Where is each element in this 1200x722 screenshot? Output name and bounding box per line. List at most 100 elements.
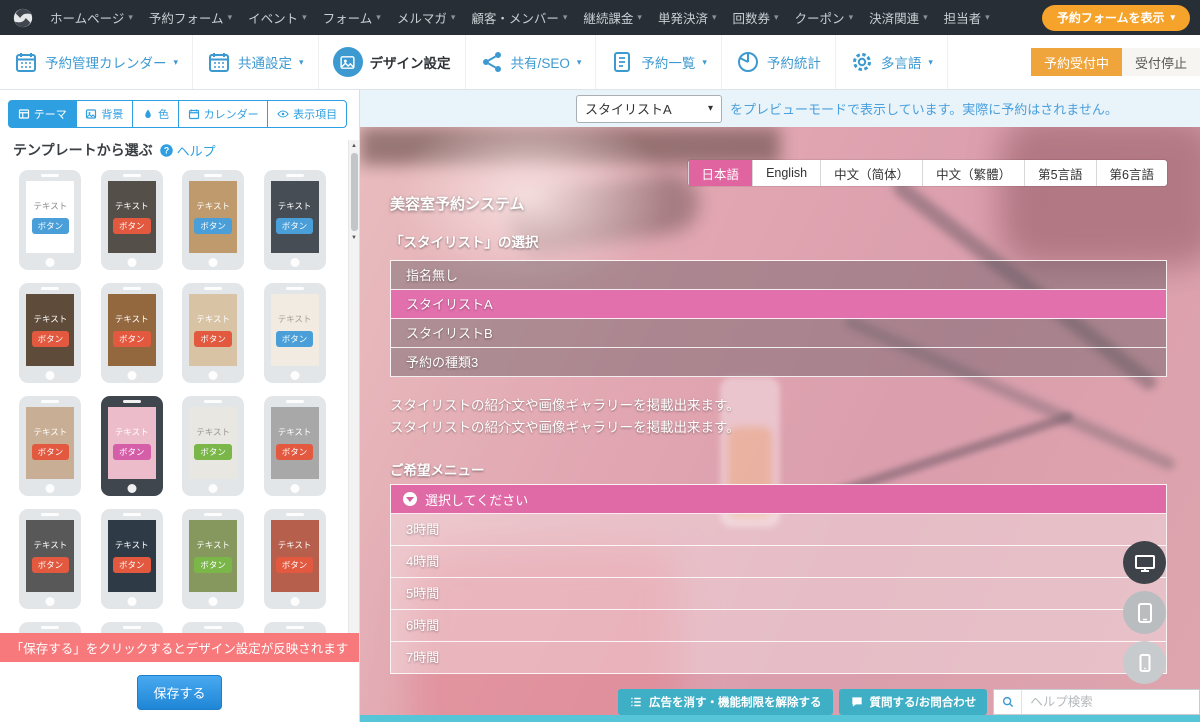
top-menu-item[interactable]: 決済関連 ▾ xyxy=(861,8,936,27)
template-thumbnail[interactable]: テキスト ボタン xyxy=(264,283,326,383)
template-preview: テキスト ボタン xyxy=(26,407,74,479)
top-menu-item[interactable]: フォーム ▾ xyxy=(315,8,389,27)
phone-speaker xyxy=(286,400,304,403)
template-thumbnail[interactable]: テキスト ボタン xyxy=(264,622,326,633)
stop-accepting-button[interactable]: 受付停止 xyxy=(1122,48,1200,76)
top-menu-item[interactable]: 予約フォーム ▾ xyxy=(141,8,240,27)
stylist-option[interactable]: 予約の種類3 xyxy=(391,348,1166,377)
tab-display-items[interactable]: 表示項目 xyxy=(267,100,347,128)
help-link[interactable]: ? ヘルプ xyxy=(159,141,216,160)
template-thumbnail[interactable]: テキスト ボタン xyxy=(264,509,326,609)
tab-label: 背景 xyxy=(101,106,123,122)
template-thumbnail[interactable]: テキスト ボタン xyxy=(101,622,163,633)
template-thumbnail[interactable]: テキスト ボタン xyxy=(19,170,81,270)
template-text-label: テキスト xyxy=(34,200,68,212)
menu-option[interactable]: 3時間 xyxy=(391,514,1166,546)
template-thumbnail[interactable]: テキスト ボタン xyxy=(182,622,244,633)
menu-option[interactable]: 4時間 xyxy=(391,546,1166,578)
template-button-label: ボタン xyxy=(32,218,70,234)
calendar-icon xyxy=(188,108,200,120)
menu-option[interactable]: 5時間 xyxy=(391,578,1166,610)
toolbar-item-booking-list[interactable]: 予約一覧 ▾ xyxy=(596,35,722,89)
stylist-option[interactable]: スタイリストB xyxy=(391,319,1166,348)
template-thumbnail[interactable]: テキスト ボタン xyxy=(264,170,326,270)
template-thumbnail[interactable]: テキスト ボタン xyxy=(101,509,163,609)
template-thumbnail[interactable]: テキスト ボタン xyxy=(19,509,81,609)
toolbar-item-booking-calendar[interactable]: 予約管理カレンダー ▾ xyxy=(0,35,193,89)
preview-tablet-button[interactable] xyxy=(1123,591,1166,634)
caret-down-icon: ▾ xyxy=(928,58,933,67)
top-menu-item[interactable]: メルマガ ▾ xyxy=(389,8,464,27)
preview-target-select[interactable]: スタイリストA ▾ xyxy=(576,95,722,123)
template-thumbnail[interactable]: テキスト ボタン xyxy=(101,396,163,496)
top-menu-item-label: ホームページ xyxy=(50,8,124,27)
tab-theme[interactable]: テーマ xyxy=(8,100,77,128)
template-thumbnail[interactable]: テキスト ボタン xyxy=(101,283,163,383)
caret-down-icon: ▾ xyxy=(985,13,990,22)
save-button[interactable]: 保存する xyxy=(137,675,221,710)
toolbar-item-share-seo[interactable]: 共有/SEO ▾ xyxy=(466,35,597,89)
contact-button[interactable]: 質問する/お問合わせ xyxy=(839,689,988,715)
menu-placeholder-row[interactable]: 選択してください xyxy=(391,485,1166,514)
top-menu-item-label: 継続課金 xyxy=(583,8,633,27)
top-menu-item[interactable]: 単発決済 ▾ xyxy=(650,8,725,27)
phone-speaker xyxy=(123,400,141,403)
accepting-bookings-button[interactable]: 予約受付中 xyxy=(1031,48,1122,76)
top-menu-item[interactable]: 顧客・メンバー ▾ xyxy=(463,8,575,27)
toolbar-item-booking-stats[interactable]: 予約統計 xyxy=(722,35,836,89)
template-thumbnail[interactable]: テキスト ボタン xyxy=(19,622,81,633)
toolbar-item-common-settings[interactable]: 共通設定 ▾ xyxy=(193,35,319,89)
scroll-down-icon[interactable]: ▼ xyxy=(349,235,359,241)
top-menu-item[interactable]: 回数券 ▾ xyxy=(725,8,787,27)
template-thumbnail[interactable]: テキスト ボタン xyxy=(182,509,244,609)
top-menu-item[interactable]: 担当者 ▾ xyxy=(936,8,998,27)
toolbar-item-multilingual[interactable]: 多言語 ▾ xyxy=(836,35,948,89)
phone-home-button xyxy=(46,371,55,380)
show-booking-form-button[interactable]: 予約フォームを表示 ▾ xyxy=(1042,5,1190,31)
tab-calendar[interactable]: カレンダー xyxy=(178,100,269,128)
help-search-input[interactable] xyxy=(1022,695,1199,709)
template-thumbnail[interactable]: テキスト ボタン xyxy=(101,170,163,270)
top-menu-item-label: 単発決済 xyxy=(658,8,708,27)
stylist-option[interactable]: 指名無し xyxy=(391,261,1166,290)
template-button-label: ボタン xyxy=(194,557,232,573)
scrollbar-thumb[interactable] xyxy=(351,153,358,231)
preview-desktop-button[interactable] xyxy=(1123,541,1166,584)
phone-home-button xyxy=(290,371,299,380)
down-arrow-circle-icon xyxy=(403,492,417,506)
caret-down-icon: ▾ xyxy=(923,13,928,22)
template-thumbnail[interactable]: テキスト ボタン xyxy=(182,170,244,270)
template-text-label: テキスト xyxy=(196,539,230,551)
menu-option[interactable]: 6時間 xyxy=(391,610,1166,642)
preview-phone-button[interactable] xyxy=(1123,641,1166,684)
toolbar-item-design-settings[interactable]: デザイン設定 xyxy=(319,35,466,89)
language-tab[interactable]: 日本語 xyxy=(688,160,753,186)
remove-ads-button[interactable]: 広告を消す・機能制限を解除する xyxy=(618,689,833,715)
language-tab[interactable]: 第6言語 xyxy=(1096,160,1167,186)
language-tab[interactable]: 中文（简体） xyxy=(820,160,922,186)
template-preview: テキスト ボタン xyxy=(108,294,156,366)
tab-background[interactable]: 背景 xyxy=(76,100,134,128)
top-menu-item[interactable]: イベント ▾ xyxy=(240,8,315,27)
top-menu-item[interactable]: ホームページ ▾ xyxy=(42,8,141,27)
toolbar-item-label: 予約一覧 xyxy=(641,52,695,72)
template-button-label: ボタン xyxy=(194,444,232,460)
toolbar-item-label: 多言語 xyxy=(881,52,922,72)
language-tab[interactable]: 第5言語 xyxy=(1024,160,1095,186)
language-tab[interactable]: 中文（繁體） xyxy=(922,160,1024,186)
menu-option[interactable]: 7時間 xyxy=(391,642,1166,674)
top-menu-item[interactable]: クーポン ▾ xyxy=(787,8,862,27)
top-menu-item[interactable]: 継続課金 ▾ xyxy=(575,8,650,27)
template-section-title: テンプレートから選ぶ xyxy=(13,140,153,160)
template-button-label: ボタン xyxy=(194,218,232,234)
template-thumbnail[interactable]: テキスト ボタン xyxy=(182,283,244,383)
stylist-option[interactable]: スタイリストA xyxy=(391,290,1166,319)
template-thumbnail[interactable]: テキスト ボタン xyxy=(264,396,326,496)
tab-color[interactable]: 色 xyxy=(132,100,179,128)
template-thumbnail[interactable]: テキスト ボタン xyxy=(19,396,81,496)
template-thumbnail[interactable]: テキスト ボタン xyxy=(19,283,81,383)
scroll-up-icon[interactable]: ▲ xyxy=(349,143,359,149)
template-button-label: ボタン xyxy=(113,557,151,573)
language-tab[interactable]: English xyxy=(752,160,820,186)
template-thumbnail[interactable]: テキスト ボタン xyxy=(182,396,244,496)
